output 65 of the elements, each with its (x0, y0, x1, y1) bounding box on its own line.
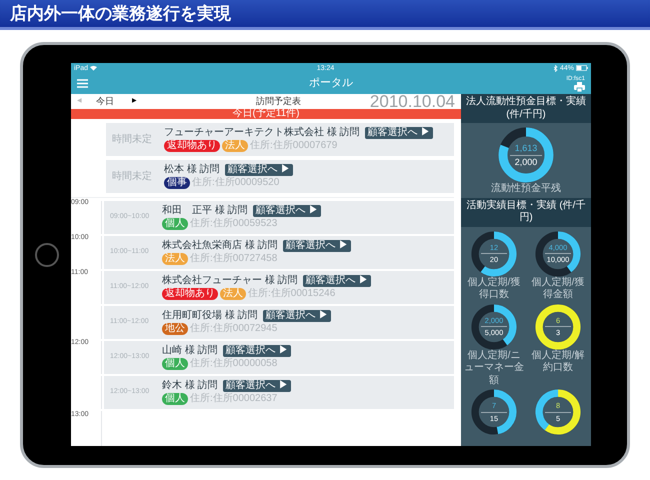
wifi-icon (90, 65, 98, 71)
schedule-title: 訪問予定表 (256, 94, 301, 108)
category-tag: 返却物あり (164, 140, 220, 152)
address-text: 住所:住所00007679 (250, 141, 338, 151)
menu-icon[interactable] (77, 79, 88, 88)
customer-select-button[interactable]: 顧客選択へ ▶ (252, 205, 322, 217)
visit-card[interactable]: 時間未定 フューチャーアーキテクト株式会社 様 訪問 顧客選択へ ▶ 返却物あり 法人 住所:住所00007679 (106, 123, 454, 156)
customer-select-button[interactable]: 顧客選択へ ▶ (222, 345, 292, 357)
customer-select-button[interactable]: 顧客選択へ ▶ (364, 127, 434, 139)
visit-time: 時間未定 (111, 170, 153, 184)
customer-select-button[interactable]: 顧客選択へ ▶ (262, 310, 332, 322)
address-text: 住所:住所00059523 (190, 219, 278, 229)
section-header: 法人流動性預金目標・実績 (件/千円) (461, 94, 591, 123)
visit-title: 山崎 様 訪問 (162, 346, 218, 356)
ring-gauge (535, 230, 581, 276)
address-text: 住所:住所00009520 (192, 178, 280, 188)
ring-gauge (471, 230, 517, 276)
target-value: 2,000 (514, 158, 538, 166)
battery-icon (576, 65, 588, 71)
customer-select-button[interactable]: 顧客選択へ ▶ (224, 164, 294, 176)
address-text: 住所:住所00072945 (190, 324, 278, 334)
ring-gauge (498, 127, 554, 183)
visit-title: 和田 正平 様 訪問 (162, 206, 248, 216)
app-title: ポータル (309, 76, 353, 92)
gauge-caption: 流動性預金平残 (491, 183, 561, 196)
category-tag: 法人 (220, 288, 246, 300)
visit-title: 株式会社魚栄商店 様 訪問 (162, 241, 278, 251)
category-tag: 返却物あり (162, 288, 218, 300)
visit-time: 時間未定 (111, 132, 153, 147)
home-button[interactable] (35, 243, 59, 267)
today-button[interactable]: 今日 (96, 94, 114, 108)
customer-select-button[interactable]: 顧客選択へ ▶ (222, 380, 292, 392)
gauge-caption: 個人定期/獲得金額 (530, 276, 586, 302)
address-text: 住所:住所00000058 (190, 359, 278, 369)
schedule-date: 2010.10.04 (370, 93, 455, 110)
gauge-caption: 個人定期/ニューマネー金額 (463, 350, 525, 387)
address-text: 住所:住所00727458 (190, 254, 278, 264)
gauge-caption: 個人定期/解約口数 (530, 350, 586, 374)
actual-value: 1,613 (514, 144, 538, 152)
ring-gauge (535, 304, 581, 350)
address-text: 住所:住所00002637 (190, 394, 278, 404)
visit-title: 住用町町役場 様 訪問 (162, 311, 258, 321)
customer-select-button[interactable]: 顧客選択へ ▶ (282, 240, 352, 252)
ring-gauge (471, 304, 517, 350)
category-tag: 個人 (162, 218, 188, 230)
ring-gauge (535, 389, 581, 435)
customer-select-button[interactable]: 顧客選択へ ▶ (302, 275, 372, 287)
slide-title: 店内外一体の業務遂行を実現 (10, 2, 231, 25)
category-tag: 個人 (162, 393, 188, 405)
category-tag: 法人 (162, 253, 188, 265)
ring-gauge (471, 389, 517, 435)
visit-title: 株式会社フューチャー 様 訪問 (162, 276, 298, 286)
category-tag: 個人 (162, 358, 188, 370)
visit-title: 松本 様 訪問 (164, 165, 220, 175)
category-tag: 地公 (162, 323, 188, 335)
gauge-caption: 個人定期/獲得口数 (466, 276, 522, 302)
section-header: 活動実績目標・実績 (件/千円) (461, 198, 591, 226)
printer-icon[interactable] (574, 82, 585, 92)
visit-title: フューチャーアーキテクト株式会社 様 訪問 (164, 128, 360, 138)
category-tag: 法人 (222, 140, 248, 152)
category-tag: 個事 (164, 177, 190, 189)
bluetooth-icon (554, 64, 558, 72)
visit-title: 鈴木 様 訪問 (162, 381, 218, 391)
address-text: 住所:住所00015246 (248, 289, 336, 299)
visit-card[interactable]: 時間未定 松本 様 訪問 顧客選択へ ▶ 個事 住所:住所00009520 (106, 160, 454, 193)
